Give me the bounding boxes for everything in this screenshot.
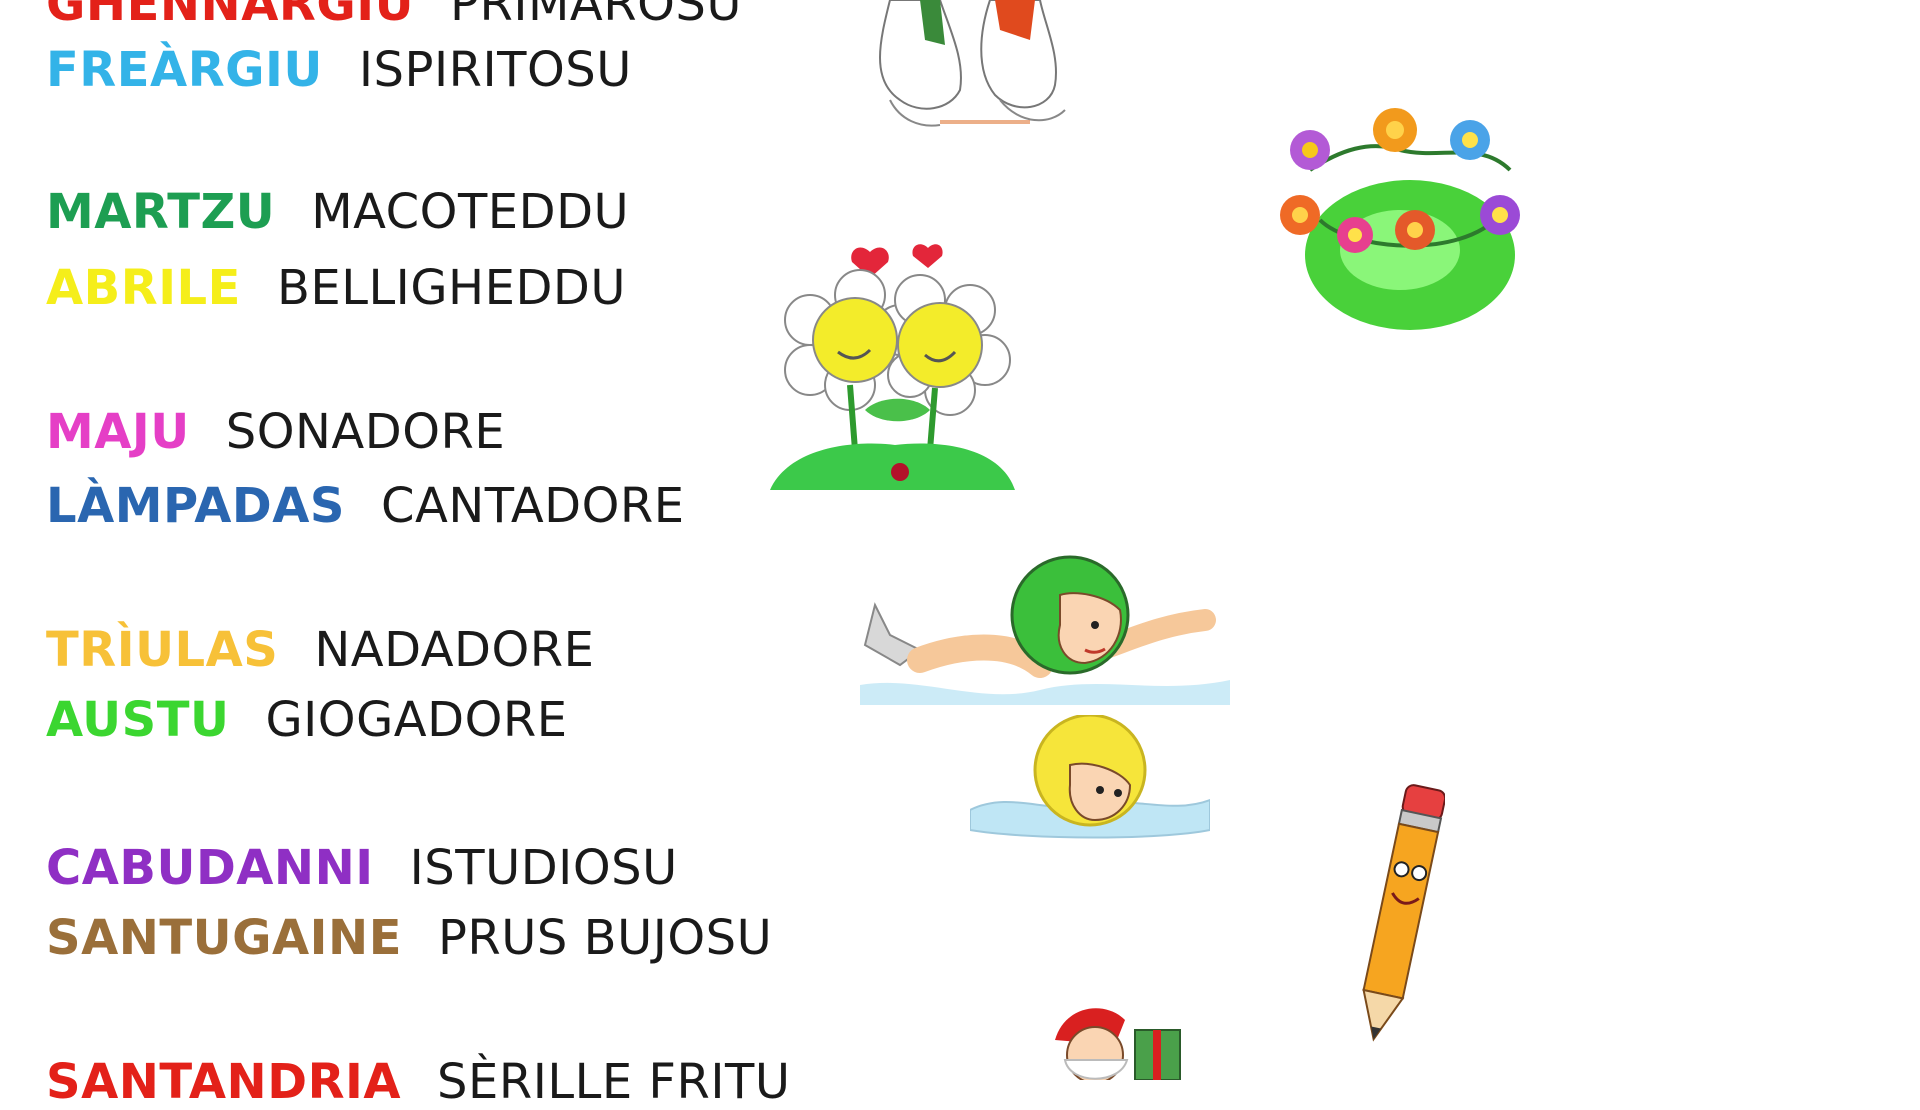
month-row: ABRILE BELLIGHEDDU <box>46 264 626 312</box>
month-row: TRÌULAS NADADORE <box>46 626 594 674</box>
month-name: SANTUGAINE <box>46 910 402 966</box>
month-word: PRUS BUJOSU <box>437 910 773 966</box>
month-name: LÀMPADAS <box>46 478 345 534</box>
month-name: CABUDANNI <box>46 840 374 896</box>
month-row: CABUDANNI ISTUDIOSU <box>46 844 678 892</box>
swimmer-icon <box>860 555 1230 705</box>
month-word: ISTUDIOSU <box>409 840 678 896</box>
month-row: FREÀRGIU ISPIRITOSU <box>46 46 632 94</box>
santa-icon <box>1035 1000 1195 1080</box>
month-row: AUSTU GIOGADORE <box>46 696 568 744</box>
month-word: SONADORE <box>225 404 506 460</box>
month-name: SANTANDRIA <box>46 1054 402 1110</box>
month-row: MAJU SONADORE <box>46 408 505 456</box>
month-name: TRÌULAS <box>46 622 279 678</box>
month-name: FREÀRGIU <box>46 42 323 98</box>
month-row: SANTANDRIA SÈRILLE FRITU <box>46 1058 791 1106</box>
swimmer-girl-icon <box>970 715 1210 845</box>
month-row: GHENNÀRGIU PRIMAROSU <box>46 0 742 28</box>
month-name: MARTZU <box>46 184 276 240</box>
flower-couple-icon <box>770 240 1020 490</box>
month-name: MAJU <box>46 404 190 460</box>
month-word: MACOTEDDU <box>311 184 630 240</box>
month-word: CANTADORE <box>380 478 685 534</box>
flower-wreath-icon <box>1280 100 1540 340</box>
month-word: GIOGADORE <box>265 692 568 748</box>
month-word: ISPIRITOSU <box>358 42 632 98</box>
month-word: SÈRILLE FRITU <box>437 1054 791 1110</box>
month-word: PRIMAROSU <box>450 0 742 32</box>
pencil-icon <box>1355 780 1445 1050</box>
month-row: SANTUGAINE PRUS BUJOSU <box>46 914 772 962</box>
month-name: GHENNÀRGIU <box>46 0 415 32</box>
month-word: BELLIGHEDDU <box>276 260 627 316</box>
month-name: ABRILE <box>46 260 241 316</box>
month-row: LÀMPADAS CANTADORE <box>46 482 685 530</box>
month-name: AUSTU <box>46 692 230 748</box>
month-word: NADADORE <box>314 622 595 678</box>
two-birds-icon <box>830 0 1120 135</box>
month-row: MARTZU MACOTEDDU <box>46 188 629 236</box>
